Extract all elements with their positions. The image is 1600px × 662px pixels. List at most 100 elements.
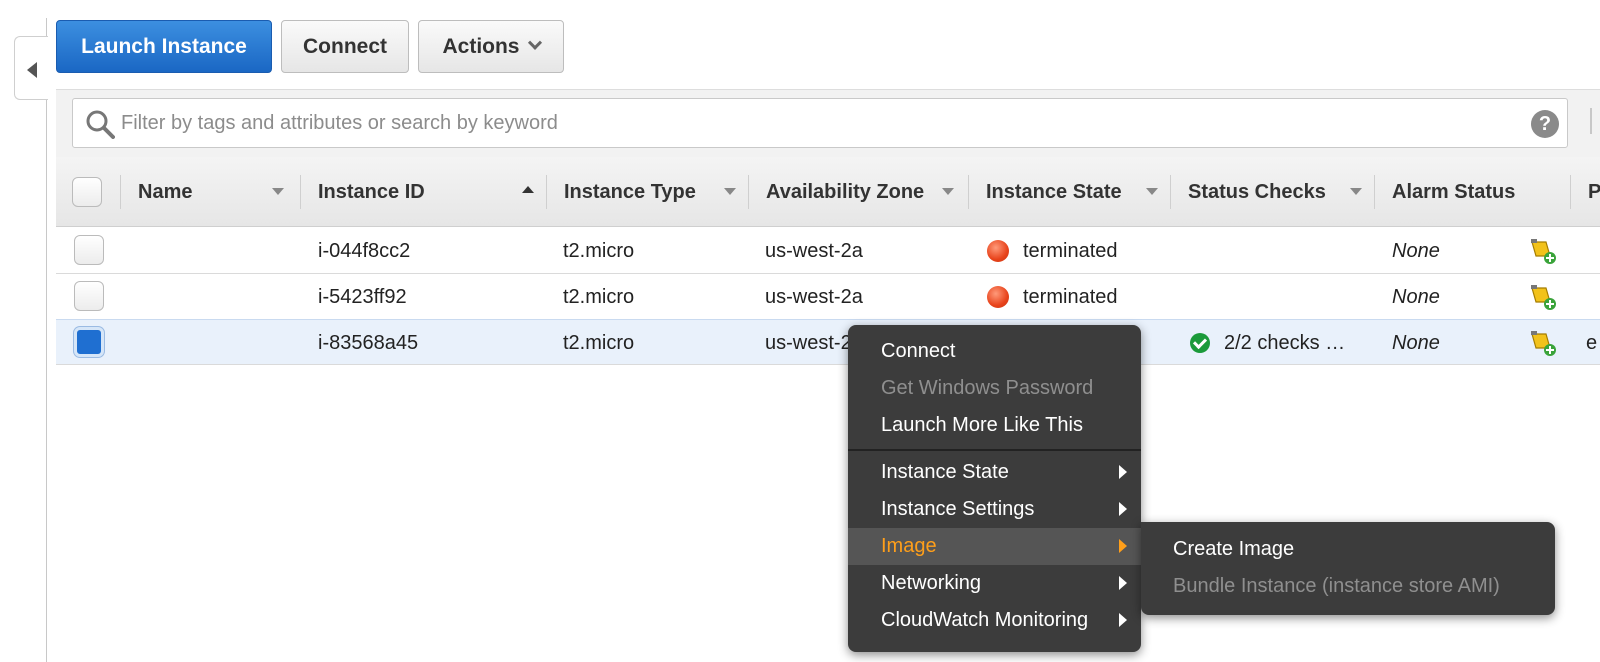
- add-alarm-icon[interactable]: [1528, 328, 1558, 358]
- menu-item-label: Image: [881, 535, 937, 557]
- column-header-name[interactable]: Name: [138, 157, 296, 227]
- row-checkbox-checked[interactable]: [74, 327, 104, 357]
- help-icon[interactable]: ?: [1531, 110, 1559, 138]
- cell-instance-state: terminated: [987, 228, 1118, 274]
- chevron-down-icon: [527, 35, 542, 50]
- menu-item-bundle-instance: Bundle Instance (instance store AMI): [1141, 568, 1555, 605]
- column-header-label: Availability Zone: [766, 180, 925, 203]
- column-divider: [546, 175, 547, 209]
- launch-instance-label: Launch Instance: [81, 34, 247, 58]
- cell-instance-id: i-044f8cc2: [318, 239, 411, 262]
- column-header-label: Name: [138, 180, 193, 203]
- column-header-instance-type[interactable]: Instance Type: [564, 157, 748, 227]
- cell-availability-zone: us-west-2a: [765, 285, 863, 308]
- checks-passed-icon: [1190, 333, 1210, 353]
- add-alarm-icon[interactable]: [1528, 236, 1558, 266]
- menu-item-cloudwatch-monitoring[interactable]: CloudWatch Monitoring: [848, 602, 1141, 639]
- select-all-checkbox[interactable]: [72, 177, 102, 207]
- menu-item-connect[interactable]: Connect: [848, 333, 1141, 370]
- actions-dropdown-button[interactable]: Actions: [418, 20, 564, 73]
- column-header-status-checks[interactable]: Status Checks: [1188, 157, 1374, 227]
- sort-down-icon: [942, 188, 954, 195]
- row-checkbox[interactable]: [74, 281, 104, 311]
- sort-down-icon: [272, 188, 284, 195]
- actions-label: Actions: [442, 34, 520, 58]
- submenu-arrow-icon: [1119, 465, 1127, 479]
- menu-item-label: Networking: [881, 572, 982, 594]
- column-header-label: Alarm Status: [1392, 180, 1516, 203]
- cell-alarm-status: None: [1392, 331, 1440, 354]
- menu-item-launch-more-like-this[interactable]: Launch More Like This: [848, 407, 1141, 444]
- column-header-alarm-status[interactable]: Alarm Status: [1392, 157, 1562, 227]
- collapse-panel-button[interactable]: [14, 36, 48, 100]
- terminated-status-icon: [987, 240, 1009, 262]
- search-input[interactable]: [121, 107, 1501, 139]
- column-header-label: Instance State: [986, 180, 1122, 203]
- menu-item-get-windows-password: Get Windows Password: [848, 370, 1141, 407]
- menu-item-label: CloudWatch Monitoring: [881, 609, 1089, 631]
- cell-instance-type: t2.micro: [563, 285, 635, 308]
- table-row-selected[interactable]: i-83568a45 t2.micro us-west-2 2/2 checks…: [56, 319, 1600, 365]
- status-checks-label: 2/2 checks …: [1224, 331, 1346, 354]
- cell-instance-state: terminated: [987, 274, 1118, 320]
- filter-box: ?: [72, 98, 1568, 148]
- cell-instance-type: t2.micro: [563, 331, 635, 354]
- menu-item-instance-state[interactable]: Instance State: [848, 454, 1141, 491]
- column-divider: [1374, 175, 1375, 209]
- left-rail-divider: [46, 18, 47, 662]
- search-icon: [86, 110, 115, 139]
- column-divider: [300, 175, 301, 209]
- connect-button[interactable]: Connect: [281, 20, 409, 73]
- column-header-instance-id[interactable]: Instance ID: [318, 157, 546, 227]
- menu-item-networking[interactable]: Networking: [848, 565, 1141, 602]
- menu-item-label: Bundle Instance (instance store AMI): [1173, 575, 1500, 597]
- terminated-status-icon: [987, 286, 1009, 308]
- menu-item-create-image[interactable]: Create Image: [1141, 531, 1555, 568]
- menu-item-label: Launch More Like This: [881, 414, 1083, 436]
- menu-item-label: Connect: [881, 340, 956, 362]
- submenu-arrow-icon: [1119, 613, 1127, 627]
- sort-down-icon: [724, 188, 736, 195]
- menu-separator: [848, 449, 1141, 451]
- sort-down-icon: [1350, 188, 1362, 195]
- image-submenu: Create Image Bundle Instance (instance s…: [1141, 522, 1555, 615]
- instance-state-label: terminated: [1023, 285, 1118, 308]
- pagination-divider: [1590, 108, 1592, 134]
- submenu-arrow-icon: [1119, 576, 1127, 590]
- menu-item-label: Get Windows Password: [881, 377, 1094, 399]
- menu-item-image[interactable]: Image: [848, 528, 1141, 565]
- column-header-availability-zone[interactable]: Availability Zone: [766, 157, 966, 227]
- launch-instance-button[interactable]: Launch Instance: [56, 20, 272, 73]
- sort-up-icon: [522, 186, 534, 193]
- column-divider: [1170, 175, 1171, 209]
- row-checkbox[interactable]: [74, 235, 104, 265]
- column-divider: [120, 175, 121, 209]
- add-alarm-icon[interactable]: [1528, 282, 1558, 312]
- cell-alarm-status: None: [1392, 239, 1440, 262]
- cell-availability-zone: us-west-2: [765, 331, 852, 354]
- cell-status-checks: 2/2 checks …: [1190, 320, 1345, 366]
- table-row[interactable]: i-044f8cc2 t2.micro us-west-2a terminate…: [56, 228, 1600, 274]
- cell-instance-id: i-83568a45: [318, 331, 419, 354]
- collapse-left-icon: [27, 62, 37, 78]
- menu-item-label: Instance State: [881, 461, 1009, 483]
- column-divider: [748, 175, 749, 209]
- column-header-label: Status Checks: [1188, 180, 1326, 203]
- column-header-instance-state[interactable]: Instance State: [986, 157, 1170, 227]
- column-divider: [1570, 175, 1571, 209]
- cell-instance-id: i-5423ff92: [318, 285, 407, 308]
- cell-alarm-status: None: [1392, 285, 1440, 308]
- submenu-arrow-icon: [1119, 539, 1127, 553]
- sort-down-icon: [1146, 188, 1158, 195]
- menu-item-instance-settings[interactable]: Instance Settings: [848, 491, 1141, 528]
- menu-item-label: Instance Settings: [881, 498, 1035, 520]
- table-row[interactable]: i-5423ff92 t2.micro us-west-2a terminate…: [56, 274, 1600, 320]
- menu-item-label: Create Image: [1173, 538, 1295, 560]
- submenu-arrow-icon: [1119, 502, 1127, 516]
- column-header-label: P: [1588, 180, 1600, 203]
- cell-instance-type: t2.micro: [563, 239, 635, 262]
- column-header-public-dns[interactable]: P: [1588, 157, 1600, 227]
- ec2-instances-console: Launch Instance Connect Actions ? Name I…: [0, 0, 1600, 662]
- instance-state-label: terminated: [1023, 239, 1118, 262]
- filter-bar: ?: [56, 89, 1600, 157]
